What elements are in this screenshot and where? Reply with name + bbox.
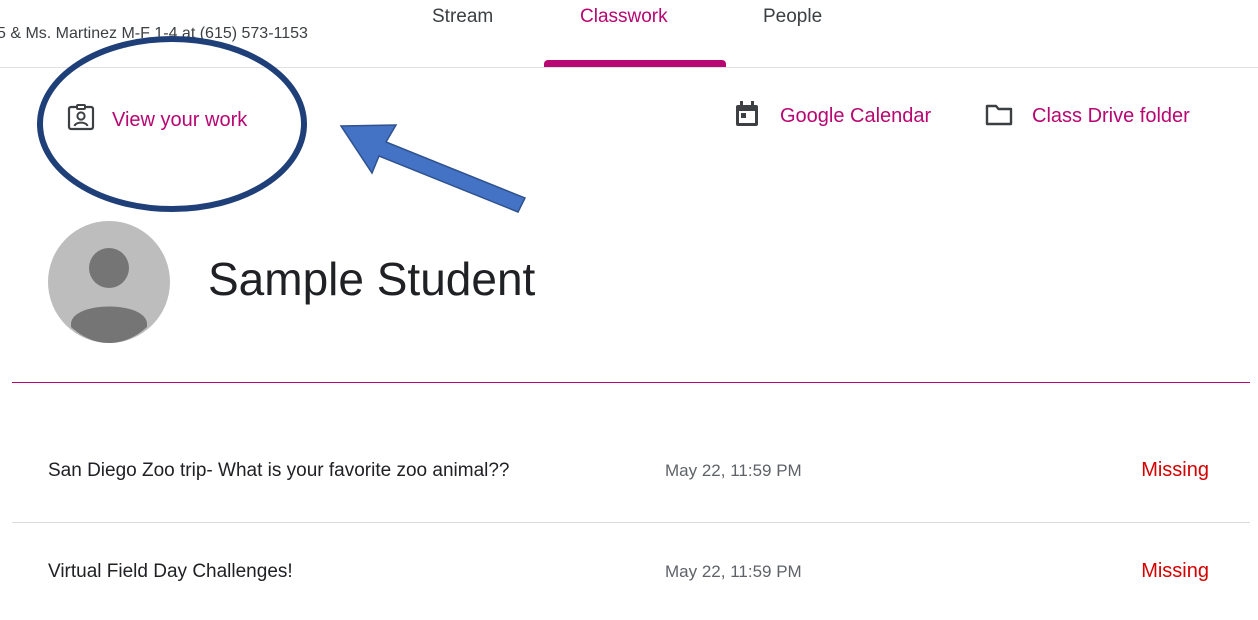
assignment-due-date: May 22, 11:59 PM	[665, 461, 802, 480]
student-name: Sample Student	[208, 253, 536, 305]
google-calendar-label: Google Calendar	[780, 104, 932, 127]
class-drive-folder-label: Class Drive folder	[1032, 104, 1190, 127]
class-subtitle: 5 & Ms. Martinez M-F 1-4 at (615) 573-11…	[0, 25, 308, 42]
assignment-title: San Diego Zoo trip- What is your favorit…	[48, 460, 510, 481]
tab-stream[interactable]: Stream	[432, 6, 493, 28]
folder-icon	[984, 99, 1014, 134]
assignment-ind-icon	[66, 103, 96, 138]
tab-classwork[interactable]: Classwork	[580, 6, 668, 28]
student-avatar	[48, 221, 170, 343]
active-tab-indicator	[544, 60, 726, 67]
assignment-due-date: May 22, 11:59 PM	[665, 562, 802, 581]
assignment-row[interactable]: Virtual Field Day Challenges! May 22, 11…	[12, 523, 1250, 620]
view-your-work-link[interactable]: View your work	[66, 103, 248, 138]
google-calendar-link[interactable]: Google Calendar	[732, 99, 931, 133]
assignment-row[interactable]: San Diego Zoo trip- What is your favorit…	[12, 422, 1250, 523]
profile-divider	[12, 382, 1250, 383]
assignment-status-missing: Missing	[1141, 560, 1209, 582]
top-navigation-bar: 5 & Ms. Martinez M-F 1-4 at (615) 573-11…	[0, 0, 1258, 68]
view-your-work-label: View your work	[112, 108, 248, 131]
pointer-arrow	[339, 124, 527, 213]
assignment-title: Virtual Field Day Challenges!	[48, 561, 293, 582]
classroom-page: 5 & Ms. Martinez M-F 1-4 at (615) 573-11…	[0, 0, 1258, 620]
person-icon	[48, 221, 170, 343]
class-drive-folder-link[interactable]: Class Drive folder	[984, 99, 1190, 133]
calendar-icon	[732, 99, 762, 134]
tab-people[interactable]: People	[763, 6, 822, 28]
assignment-status-missing: Missing	[1141, 459, 1209, 481]
